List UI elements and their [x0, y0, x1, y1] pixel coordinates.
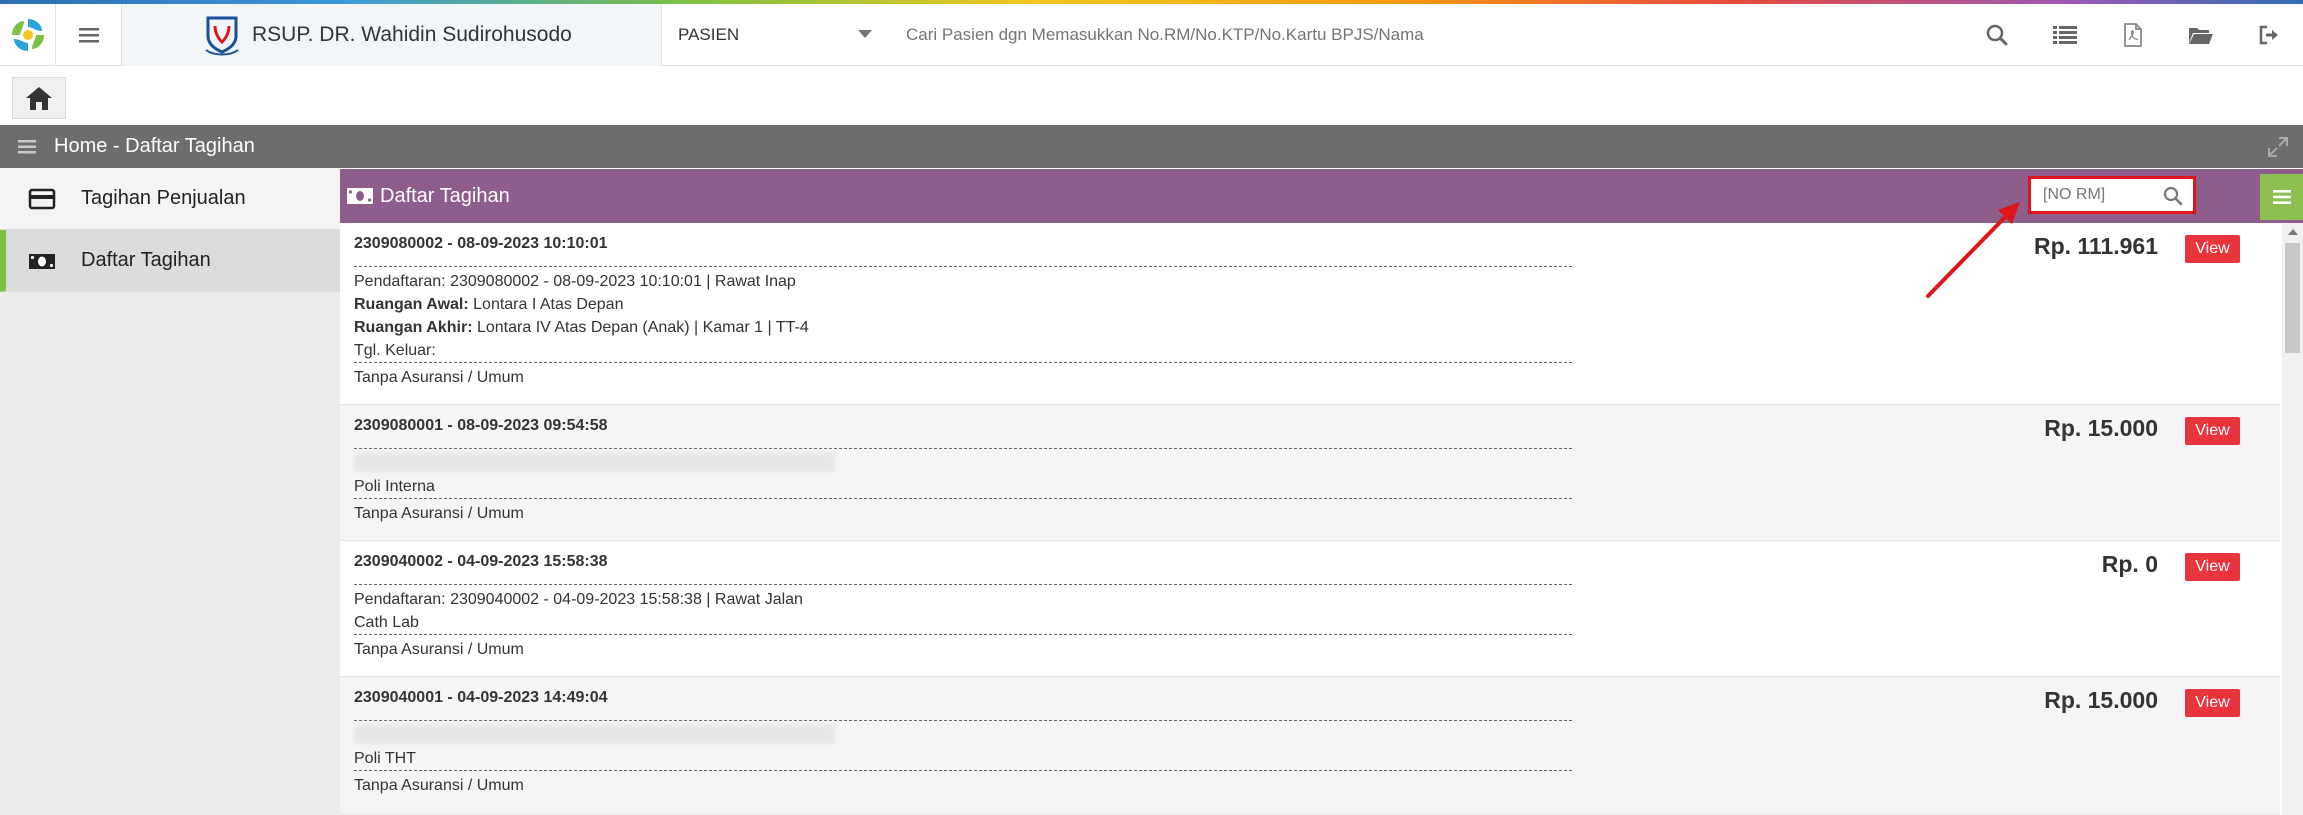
- redacted-text: [354, 452, 834, 472]
- credit-card-icon: [28, 188, 56, 210]
- home-button[interactable]: [12, 77, 66, 119]
- bill-tgl-keluar: Tgl. Keluar:: [354, 342, 436, 359]
- hospital-brand: RSUP. DR. Wahidin Sudirohusodo: [122, 4, 662, 66]
- bill-insurance: Tanpa Asuransi / Umum: [354, 369, 524, 386]
- divider: [354, 634, 1572, 635]
- divider: [354, 720, 1572, 721]
- bill-unit: Poli THT: [354, 750, 416, 767]
- search-icon: [1986, 24, 2008, 46]
- bill-item: 2309080001 - 08-09-2023 09:54:58 Poli In…: [340, 405, 2280, 541]
- divider: [354, 498, 1572, 499]
- redacted-text: [354, 724, 834, 744]
- list-icon: [2053, 26, 2077, 44]
- divider: [354, 266, 1572, 267]
- bill-ruangan-akhir: Ruangan Akhir: Lontara IV Atas Depan (An…: [354, 316, 2280, 339]
- bill-header: 2309040001 - 04-09-2023 14:49:04: [354, 689, 608, 706]
- hamburger-icon: [2272, 190, 2291, 204]
- caret-down-icon: [858, 30, 872, 38]
- expand-icon[interactable]: [2267, 136, 2289, 158]
- app-logo[interactable]: [0, 4, 56, 66]
- money-icon: [29, 254, 55, 269]
- pdf-icon: [2124, 23, 2142, 47]
- search-button[interactable]: [1963, 4, 2031, 66]
- bill-item: 2309040001 - 04-09-2023 14:49:04 Poli TH…: [340, 677, 2280, 815]
- bill-insurance: Tanpa Asuransi / Umum: [354, 641, 524, 658]
- bill-insurance: Tanpa Asuransi / Umum: [354, 777, 524, 794]
- sidebar-toggle-button[interactable]: [56, 4, 122, 66]
- ruangan-awal-label: Ruangan Awal:: [354, 296, 469, 313]
- logout-button[interactable]: [2235, 4, 2303, 66]
- divider: [354, 770, 1572, 771]
- sidebar-item-label: Daftar Tagihan: [81, 249, 211, 271]
- view-button[interactable]: View: [2185, 417, 2240, 445]
- bill-insurance: Tanpa Asuransi / Umum: [354, 505, 524, 522]
- breadcrumb: Home - Daftar Tagihan: [54, 135, 255, 157]
- breadcrumb-bar: Home - Daftar Tagihan: [0, 125, 2303, 168]
- hospital-logo-icon: [205, 16, 239, 56]
- divider: [354, 584, 1572, 585]
- bill-registration: Pendaftaran: 2309080002 - 08-09-2023 10:…: [354, 273, 796, 290]
- folder-open-icon: [2189, 28, 2213, 44]
- view-button[interactable]: View: [2185, 553, 2240, 581]
- hamburger-icon: [18, 139, 36, 153]
- sidebar-item-label: Tagihan Penjualan: [81, 187, 246, 209]
- pdf-button[interactable]: [2099, 4, 2167, 66]
- folder-button[interactable]: [2167, 4, 2235, 66]
- home-icon: [26, 87, 52, 110]
- ruangan-akhir-label: Ruangan Akhir:: [354, 319, 473, 336]
- logout-icon: [2259, 25, 2278, 45]
- sidebar: Tagihan Penjualan Daftar Tagihan: [0, 168, 340, 815]
- rm-search-input[interactable]: [2031, 180, 2157, 210]
- rm-search-box: [2028, 176, 2196, 214]
- panel-menu-button[interactable]: [2260, 174, 2303, 220]
- hamburger-icon: [78, 28, 99, 43]
- bill-header: 2309080002 - 08-09-2023 10:10:01: [354, 235, 608, 252]
- scrollbar[interactable]: [2282, 223, 2303, 815]
- caret-up-icon: [2287, 229, 2298, 235]
- divider: [354, 448, 1572, 449]
- breadcrumb-menu-button[interactable]: [0, 125, 54, 168]
- patient-type-select[interactable]: PASIEN: [662, 4, 890, 66]
- patient-search-input[interactable]: [890, 4, 1940, 66]
- hospital-name: RSUP. DR. Wahidin Sudirohusodo: [252, 23, 572, 46]
- bill-unit: Cath Lab: [354, 614, 419, 631]
- bill-amount: Rp. 15.000: [2044, 687, 2158, 713]
- scroll-up-button[interactable]: [2282, 223, 2303, 241]
- bill-header: 2309040002 - 04-09-2023 15:58:38: [354, 553, 608, 570]
- bill-item: 2309080002 - 08-09-2023 10:10:01 Pendaft…: [340, 223, 2280, 405]
- bill-redacted-info: [354, 724, 2280, 747]
- list-button[interactable]: [2031, 4, 2099, 66]
- app-logo-icon: [7, 15, 48, 55]
- view-button[interactable]: View: [2185, 689, 2240, 717]
- top-navbar: RSUP. DR. Wahidin Sudirohusodo PASIEN: [0, 4, 2303, 66]
- bill-amount: Rp. 0: [2101, 551, 2158, 577]
- panel-title: Daftar Tagihan: [380, 184, 510, 207]
- sidebar-item-daftar-tagihan[interactable]: Daftar Tagihan: [0, 230, 340, 292]
- scrollbar-thumb[interactable]: [2285, 243, 2300, 353]
- bill-registration: Pendaftaran: 2309040002 - 04-09-2023 15:…: [354, 591, 803, 608]
- bill-list: 2309080002 - 08-09-2023 10:10:01 Pendaft…: [340, 223, 2280, 815]
- bill-item: 2309040002 - 04-09-2023 15:58:38 Pendaft…: [340, 541, 2280, 677]
- money-icon: [347, 188, 373, 204]
- view-button[interactable]: View: [2185, 235, 2240, 263]
- main-panel: Daftar Tagihan 2309080002 - 08-09-2023 1…: [340, 168, 2303, 815]
- bill-ruangan-awal: Ruangan Awal: Lontara I Atas Depan: [354, 293, 2280, 316]
- bill-header: 2309080001 - 08-09-2023 09:54:58: [354, 417, 608, 434]
- top-toolbar: [1963, 4, 2303, 66]
- divider: [354, 362, 1572, 363]
- bill-amount: Rp. 15.000: [2044, 415, 2158, 441]
- patient-type-value: PASIEN: [678, 25, 740, 44]
- bill-redacted-info: [354, 452, 2280, 475]
- ruangan-awal-value: Lontara I Atas Depan: [473, 296, 624, 313]
- panel-header: Daftar Tagihan: [340, 169, 2303, 223]
- bill-unit: Poli Interna: [354, 478, 435, 495]
- sidebar-item-tagihan-penjualan[interactable]: Tagihan Penjualan: [0, 168, 340, 230]
- home-row: [0, 67, 2303, 125]
- bill-amount: Rp. 111.961: [2033, 233, 2158, 259]
- search-icon[interactable]: [2163, 186, 2183, 206]
- ruangan-akhir-value: Lontara IV Atas Depan (Anak) | Kamar 1 |…: [476, 319, 809, 336]
